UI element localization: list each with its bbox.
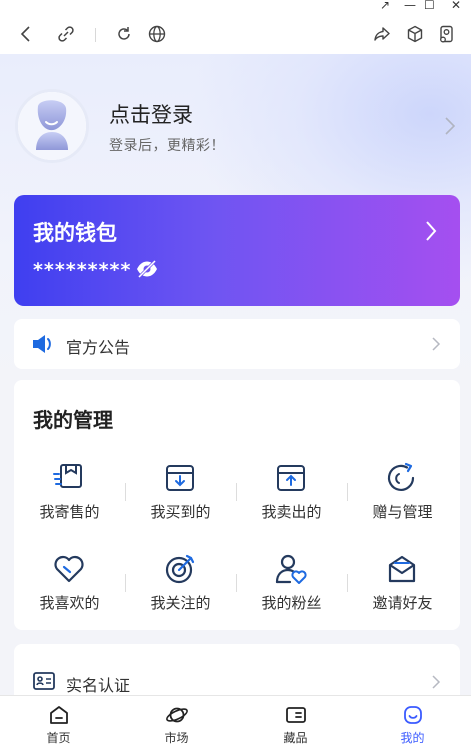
maximize-icon[interactable]: ☐ (424, 0, 435, 12)
wallet-title: 我的钱包 (33, 221, 117, 245)
close-icon[interactable]: ✕ (451, 0, 461, 12)
grid-item-gift-management[interactable]: 赠与管理 (347, 460, 458, 530)
tab-label: 藏品 (283, 731, 308, 745)
management-title: 我的管理 (33, 408, 113, 432)
eye-hidden-icon[interactable] (135, 259, 159, 283)
planet-icon (165, 703, 189, 727)
gift-refresh-icon (384, 460, 420, 496)
restore-icon[interactable]: ↗ (380, 0, 390, 12)
globe-icon[interactable] (147, 24, 167, 44)
refresh-icon[interactable] (114, 24, 134, 44)
id-card-icon (33, 671, 55, 695)
grid-item-bought[interactable]: 我买到的 (125, 460, 236, 530)
link-icon[interactable] (56, 24, 76, 44)
grid-item-consigned[interactable]: 我寄售的 (14, 460, 125, 530)
bottom-tab-bar: 首页 市场 藏品 我的 (0, 695, 471, 746)
user-settings-icon[interactable] (437, 24, 457, 44)
window-titlebar: ↗ — ☐ ✕ (0, 0, 471, 14)
inbox-download-icon (162, 460, 198, 496)
tab-label: 首页 (46, 731, 71, 745)
target-icon (162, 551, 198, 587)
chevron-right-icon[interactable] (425, 220, 437, 246)
avatar[interactable] (15, 89, 89, 163)
tab-label: 市场 (164, 731, 189, 745)
chevron-right-icon (431, 674, 441, 694)
speaker-icon (31, 333, 55, 359)
chevron-right-icon[interactable] (444, 116, 456, 140)
grid-item-invite[interactable]: 邀请好友 (347, 551, 458, 621)
grid-item-label: 我买到的 (150, 503, 211, 521)
tab-home[interactable]: 首页 (0, 696, 117, 746)
back-icon[interactable] (16, 24, 36, 44)
grid-item-label: 我喜欢的 (39, 594, 100, 612)
grid-item-liked[interactable]: 我喜欢的 (14, 551, 125, 621)
user-heart-icon (273, 551, 309, 587)
announcement-row[interactable]: 官方公告 (14, 319, 460, 369)
consign-box-icon (51, 460, 87, 496)
card-icon (284, 703, 308, 727)
realname-label: 实名认证 (66, 676, 131, 695)
grid-item-label: 赠与管理 (372, 503, 433, 521)
grid-item-label: 我寄售的 (39, 503, 100, 521)
tab-market[interactable]: 市场 (118, 696, 235, 746)
inbox-upload-icon (273, 460, 309, 496)
cube-icon[interactable] (405, 24, 425, 44)
grid-item-sold[interactable]: 我卖出的 (236, 460, 347, 530)
login-subtitle: 登录后，更精彩！ (109, 138, 225, 154)
share-icon[interactable] (372, 24, 392, 44)
tab-collection[interactable]: 藏品 (237, 696, 354, 746)
smile-icon (401, 703, 425, 727)
login-title[interactable]: 点击登录 (109, 99, 193, 129)
tab-label: 我的 (400, 731, 425, 745)
grid-item-label: 我的粉丝 (261, 594, 322, 612)
grid-item-label: 邀请好友 (372, 594, 433, 612)
toolbar-divider (95, 28, 96, 42)
minimize-icon[interactable]: — (404, 0, 416, 12)
browser-toolbar (0, 14, 471, 54)
tab-mine[interactable]: 我的 (354, 696, 471, 746)
management-panel: 我的管理 我寄售的 我买到的 我卖出的 赠与管理 我喜欢的 我关注的 我的粉丝 … (14, 380, 460, 630)
chevron-right-icon (431, 336, 441, 356)
wallet-card[interactable]: 我的钱包 ********* (14, 195, 460, 306)
home-icon (47, 703, 71, 727)
mail-open-icon (384, 551, 420, 587)
grid-item-fans[interactable]: 我的粉丝 (236, 551, 347, 621)
heart-icon (51, 551, 87, 587)
grid-item-label: 我卖出的 (261, 503, 322, 521)
wallet-balance-masked: ********* (33, 259, 132, 281)
grid-item-label: 我关注的 (150, 594, 211, 612)
grid-item-following[interactable]: 我关注的 (125, 551, 236, 621)
announcement-label: 官方公告 (66, 338, 131, 357)
